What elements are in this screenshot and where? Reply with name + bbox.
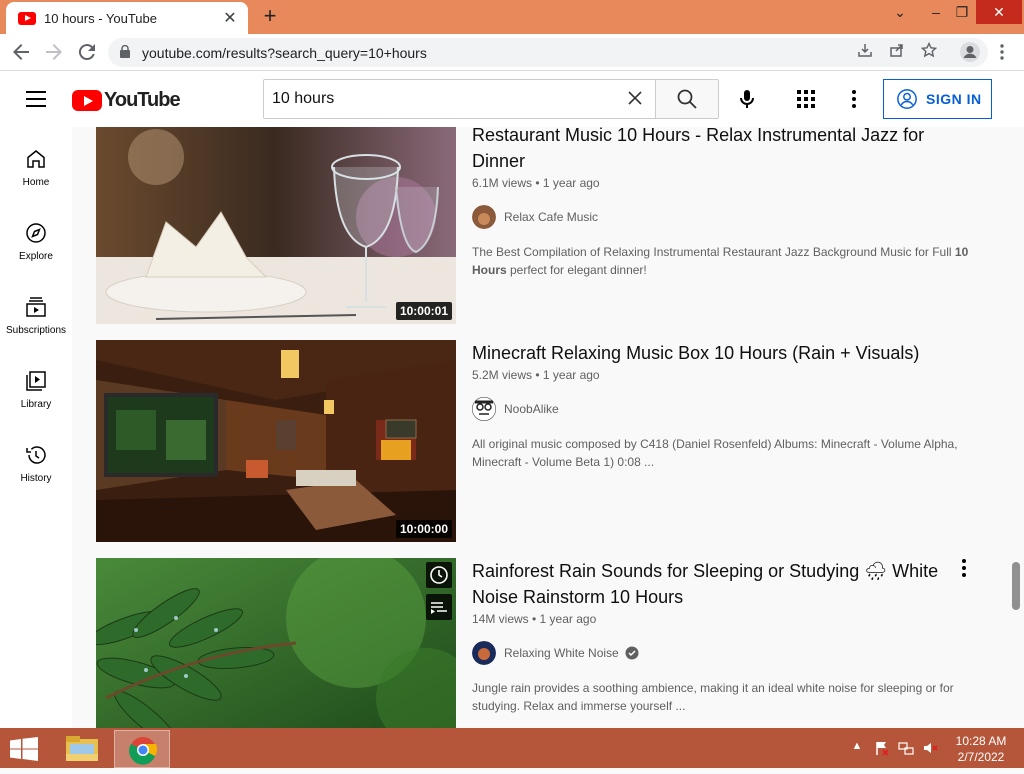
chrome-menu-icon[interactable]	[990, 40, 1014, 64]
file-explorer-icon[interactable]	[54, 730, 110, 768]
youtube-favicon-icon	[18, 11, 36, 25]
clear-search-icon[interactable]	[625, 88, 645, 108]
browser-tab[interactable]: 10 hours - YouTube ✕	[6, 2, 248, 34]
verified-badge-icon	[625, 646, 639, 660]
video-description: Jungle rain provides a soothing ambience…	[472, 681, 954, 713]
page-scrollbar[interactable]	[1012, 562, 1020, 610]
apps-grid-icon[interactable]	[796, 89, 816, 109]
lock-icon	[120, 45, 130, 58]
browser-toolbar: youtube.com/results?search_query=10+hour…	[0, 34, 1024, 71]
search-box	[263, 79, 656, 119]
channel-name: Relax Cafe Music	[504, 210, 599, 224]
home-icon	[27, 150, 45, 168]
video-description: The Best Compilation of Relaxing Instrum…	[472, 245, 969, 277]
library-icon	[26, 371, 46, 391]
video-thumbnail[interactable]: 10:00:01	[96, 127, 456, 324]
guide-item-home[interactable]: Home	[0, 147, 72, 207]
guide-label: Home	[22, 177, 50, 188]
new-tab-button[interactable]: +	[258, 4, 282, 28]
network-icon[interactable]	[898, 740, 914, 756]
sign-in-label: SIGN IN	[926, 91, 982, 107]
url-text: youtube.com/results?search_query=10+hour…	[142, 45, 427, 61]
hamburger-menu-icon[interactable]	[26, 91, 46, 107]
channel-name: NoobAlike	[504, 402, 559, 416]
share-icon[interactable]	[886, 42, 908, 64]
video-description: All original music composed by C418 (Dan…	[472, 437, 958, 469]
guide-label: Subscriptions	[5, 325, 67, 336]
sign-in-button[interactable]: SIGN IN	[883, 79, 992, 119]
search-button[interactable]	[655, 79, 719, 119]
address-bar[interactable]: youtube.com/results?search_query=10+hour…	[108, 38, 988, 67]
volume-muted-icon[interactable]	[922, 740, 938, 756]
windows-start-icon[interactable]	[10, 737, 38, 761]
tab-search-icon[interactable]: ⌄	[884, 0, 916, 24]
guide-label: Explore	[19, 251, 53, 262]
system-clock[interactable]: 10:28 AM 2/7/2022	[948, 733, 1014, 765]
action-center-flag-icon[interactable]	[874, 740, 890, 756]
close-window-button[interactable]: ✕	[976, 0, 1022, 24]
channel-avatar	[472, 641, 496, 665]
video-title[interactable]: Rainforest Rain Sounds for Sleeping or S…	[472, 558, 952, 610]
rainforest-leaves-image	[96, 558, 456, 728]
channel-link[interactable]: Relax Cafe Music	[472, 205, 598, 229]
video-duration: 10:00:01	[395, 302, 452, 320]
clock-time: 10:28 AM	[955, 734, 1007, 748]
reload-icon[interactable]	[75, 40, 99, 64]
guide-item-subscriptions[interactable]: Subscriptions	[0, 295, 72, 355]
chrome-taskbar-icon[interactable]	[114, 730, 170, 768]
minecraft-room-image	[96, 340, 456, 542]
tab-strip: 10 hours - YouTube ✕ + ⌄ – ❐ ✕	[0, 0, 1024, 34]
subscriptions-icon	[26, 297, 46, 317]
youtube-logo-text: YouTube	[104, 89, 181, 111]
restore-button[interactable]: ❐	[946, 0, 978, 24]
search-input[interactable]	[264, 80, 614, 118]
account-icon	[897, 89, 917, 109]
guide-item-history[interactable]: History	[0, 443, 72, 503]
video-duration: 10:00:00	[395, 520, 452, 538]
settings-more-icon[interactable]	[844, 87, 864, 111]
windows-taskbar: ▲ 10:28 AM 2/7/2022	[0, 728, 1024, 768]
tray-overflow-icon[interactable]: ▲	[849, 740, 865, 756]
video-thumbnail[interactable]	[96, 558, 456, 728]
youtube-play-icon	[72, 90, 102, 111]
video-meta: 5.2M views • 1 year ago	[472, 368, 600, 382]
youtube-header: YouTube SIGN IN	[0, 71, 1024, 127]
video-title[interactable]: Restaurant Music 10 Hours - Relax Instru…	[472, 127, 952, 174]
channel-link[interactable]: Relaxing White Noise	[472, 641, 639, 665]
channel-avatar	[472, 205, 496, 229]
youtube-logo[interactable]: YouTube	[72, 89, 181, 112]
search-icon	[677, 89, 697, 109]
window: 10 hours - YouTube ✕ + ⌄ – ❐ ✕ youtube.c…	[0, 0, 1024, 768]
profile-icon[interactable]	[958, 40, 982, 64]
restaurant-table-image	[96, 127, 456, 324]
video-meta: 14M views • 1 year ago	[472, 612, 597, 626]
search-results: 10:00:01 Restaurant Music 10 Hours - Rel…	[72, 127, 1024, 728]
channel-name: Relaxing White Noise	[504, 646, 619, 660]
mini-guide: Home Explore Subscriptions Library Histo…	[0, 127, 72, 728]
tab-title: 10 hours - YouTube	[44, 10, 157, 26]
video-meta: 6.1M views • 1 year ago	[472, 176, 600, 190]
install-icon[interactable]	[854, 42, 876, 64]
guide-label: Library	[20, 399, 52, 410]
action-menu-icon[interactable]	[954, 556, 974, 580]
microphone-icon[interactable]	[735, 87, 759, 111]
back-icon[interactable]	[9, 40, 33, 64]
guide-item-library[interactable]: Library	[0, 369, 72, 429]
forward-icon[interactable]	[42, 40, 66, 64]
channel-avatar	[472, 397, 496, 421]
tab-close-icon[interactable]: ✕	[222, 8, 238, 28]
bookmark-star-icon[interactable]	[918, 41, 940, 64]
guide-label: History	[20, 473, 52, 484]
video-title[interactable]: Minecraft Relaxing Music Box 10 Hours (R…	[472, 340, 952, 366]
watch-later-icon[interactable]	[426, 562, 452, 588]
compass-icon	[26, 223, 46, 243]
video-thumbnail[interactable]: 10:00:00	[96, 340, 456, 542]
clock-date: 2/7/2022	[957, 750, 1005, 764]
channel-link[interactable]: NoobAlike	[472, 397, 559, 421]
history-icon	[26, 446, 46, 464]
guide-item-explore[interactable]: Explore	[0, 221, 72, 281]
add-to-queue-icon[interactable]	[426, 594, 452, 620]
